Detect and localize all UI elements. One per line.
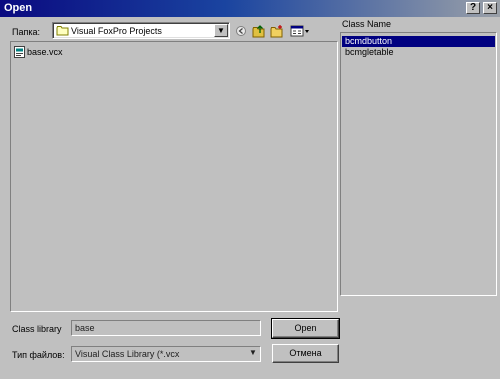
back-icon[interactable] — [234, 24, 248, 38]
file-type-label: Тип файлов: — [12, 350, 65, 360]
chevron-down-icon: ▼ — [249, 348, 257, 357]
folder-icon — [56, 25, 69, 38]
class-library-field[interactable]: base — [71, 320, 261, 336]
class-name-header: Class Name — [342, 19, 392, 29]
look-in-value: Visual FoxPro Projects — [71, 26, 162, 36]
open-dialog: Open ? × Папка: Visual FoxPro Projects ▼ — [0, 0, 500, 379]
close-button[interactable]: × — [483, 2, 497, 14]
up-folder-icon[interactable] — [252, 24, 266, 38]
look-in-dropdown-button[interactable]: ▼ — [214, 24, 228, 37]
file-type-select[interactable]: Visual Class Library (*.vcx ▼ — [71, 346, 261, 362]
class-item-bcmdbutton[interactable]: bcmdbutton — [342, 36, 495, 47]
cancel-button[interactable]: Отмена — [272, 344, 339, 363]
open-button[interactable]: Open — [271, 318, 340, 339]
new-folder-icon[interactable] — [270, 24, 284, 38]
help-button[interactable]: ? — [466, 2, 480, 14]
class-name-list[interactable]: bcmdbutton bcmgletable — [340, 32, 497, 296]
chevron-down-icon: ▼ — [217, 26, 225, 35]
look-in-combo[interactable]: Visual FoxPro Projects ▼ — [52, 22, 230, 39]
file-list[interactable]: base.vcx — [10, 41, 338, 312]
view-menu-icon[interactable] — [290, 24, 310, 38]
window-title: Open — [4, 2, 33, 14]
look-in-label: Папка: — [12, 27, 40, 37]
vcx-file-icon — [14, 46, 25, 60]
title-bar[interactable]: Open ? × — [0, 0, 500, 17]
file-name: base.vcx — [27, 47, 63, 57]
class-item-bcmgletable[interactable]: bcmgletable — [342, 47, 495, 58]
file-type-dropdown-button[interactable]: ▼ — [248, 347, 258, 360]
file-type-value: Visual Class Library (*.vcx — [75, 349, 180, 359]
class-library-label: Class library — [12, 324, 62, 334]
